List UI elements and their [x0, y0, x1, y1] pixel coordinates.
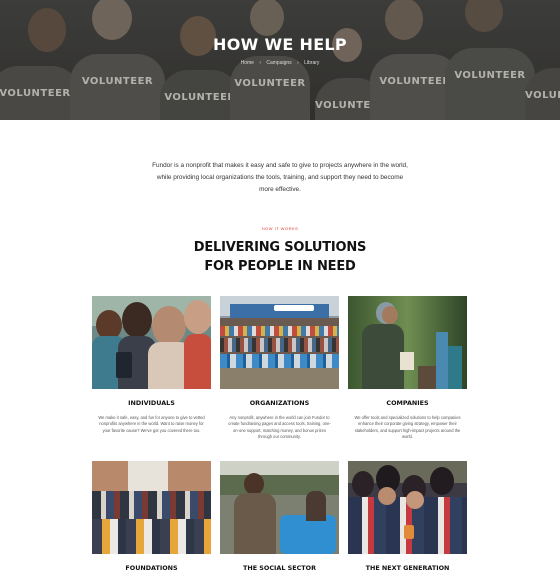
card-photo [220, 461, 339, 554]
breadcrumb-home-link[interactable]: Home [241, 60, 254, 66]
card-photo [220, 296, 339, 389]
card-photo [348, 461, 467, 554]
card-photo [92, 461, 211, 554]
card-social-sector[interactable]: THE SOCIAL SECTOR [220, 461, 339, 572]
section-heading: DELIVERING SOLUTIONS FOR PEOPLE IN NEED [193, 240, 367, 274]
card-title: FOUNDATIONS [125, 564, 178, 572]
card-description: We offer tools and specialized solutions… [354, 415, 461, 440]
card-companies[interactable]: COMPANIES We offer tools and specialized… [348, 296, 467, 441]
breadcrumb: Home › Campaigns › Library [240, 60, 320, 66]
card-photo [348, 296, 467, 389]
card-photo [92, 296, 211, 389]
intro-text: Fundor is a nonprofit that makes it easy… [152, 162, 408, 193]
card-organizations[interactable]: ORGANIZATIONS Any nonprofit, anywhere in… [220, 296, 339, 441]
card-title: THE NEXT GENERATION [365, 564, 450, 572]
card-individuals[interactable]: INDIVIDUALS We make it safe, easy, and f… [92, 296, 211, 434]
card-description: Any nonprofit, anywhere in the world can… [228, 415, 331, 440]
page-title: HOW WE HELP [213, 35, 347, 54]
card-title: ORGANIZATIONS [249, 399, 310, 407]
breadcrumb-current: Library [304, 60, 320, 66]
card-description: We make it safe, easy, and fun for anyon… [98, 415, 205, 433]
card-foundations[interactable]: FOUNDATIONS [92, 461, 211, 572]
section-eyebrow: HOW IT WORKS [261, 226, 299, 231]
card-title: THE SOCIAL SECTOR [242, 564, 316, 572]
hero-banner: VOLUNTEER VOLUNTEER VOLUNTEER VOLUNTEER … [0, 0, 560, 120]
card-next-generation[interactable]: THE NEXT GENERATION [348, 461, 467, 572]
card-title: COMPANIES [386, 399, 429, 407]
card-title: INDIVIDUALS [128, 399, 175, 407]
breadcrumb-campaigns-link[interactable]: Campaigns [266, 60, 291, 66]
